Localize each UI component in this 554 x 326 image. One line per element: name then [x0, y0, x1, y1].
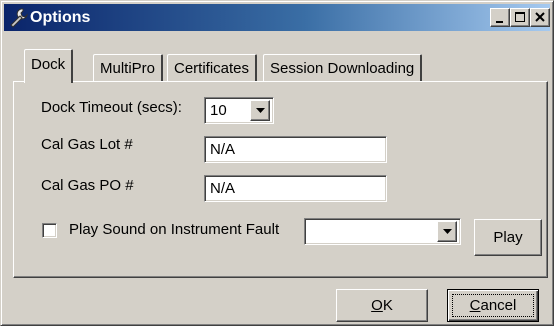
chevron-down-icon: [443, 229, 452, 234]
dock-timeout-value: 10: [210, 102, 227, 119]
play-button-label: Play: [493, 229, 523, 246]
cal-gas-lot-input[interactable]: N/A: [204, 136, 387, 163]
cal-gas-po-label: Cal Gas PO #: [41, 177, 134, 194]
dock-timeout-select[interactable]: 10: [204, 97, 274, 124]
sound-select[interactable]: [304, 218, 461, 245]
dock-timeout-label: Dock Timeout (secs):: [41, 99, 182, 116]
title-bar[interactable]: Options: [4, 4, 550, 31]
maximize-button[interactable]: [510, 8, 530, 27]
cal-gas-lot-value: N/A: [210, 141, 236, 158]
wrench-icon: [8, 7, 30, 29]
tab-multipro-label: MultiPro: [100, 60, 156, 77]
close-icon: [535, 12, 545, 22]
dock-timeout-dropdown-button[interactable]: [250, 100, 270, 121]
cal-gas-po-input[interactable]: N/A: [204, 175, 387, 202]
tab-dock-label: Dock: [31, 56, 66, 73]
cancel-button[interactable]: Cancel: [447, 289, 539, 322]
tab-certificates-label: Certificates: [174, 60, 250, 77]
options-dialog: Options Dock MultiPro Certificates Sessi…: [0, 0, 554, 326]
tab-multipro[interactable]: MultiPro: [93, 54, 164, 82]
tab-session-downloading[interactable]: Session Downloading: [263, 54, 423, 82]
ok-button[interactable]: OK: [336, 289, 428, 322]
focus-rectangle: [452, 294, 534, 317]
cal-gas-po-value: N/A: [210, 180, 236, 197]
window-title: Options: [30, 9, 91, 26]
sound-dropdown-button[interactable]: [437, 221, 457, 242]
tab-dock[interactable]: Dock: [24, 49, 74, 83]
tab-certificates[interactable]: Certificates: [167, 54, 258, 82]
chevron-down-icon: [256, 108, 265, 113]
ok-button-label: OK: [371, 297, 393, 314]
minimize-button[interactable]: [490, 8, 510, 27]
tab-session-downloading-label: Session Downloading: [270, 60, 415, 77]
minimize-icon: [496, 21, 503, 23]
maximize-icon: [515, 12, 525, 22]
play-sound-label: Play Sound on Instrument Fault: [69, 221, 280, 238]
play-button[interactable]: Play: [474, 219, 542, 256]
cal-gas-lot-label: Cal Gas Lot #: [41, 136, 133, 153]
play-sound-checkbox[interactable]: [42, 223, 57, 238]
close-button[interactable]: [530, 8, 550, 27]
